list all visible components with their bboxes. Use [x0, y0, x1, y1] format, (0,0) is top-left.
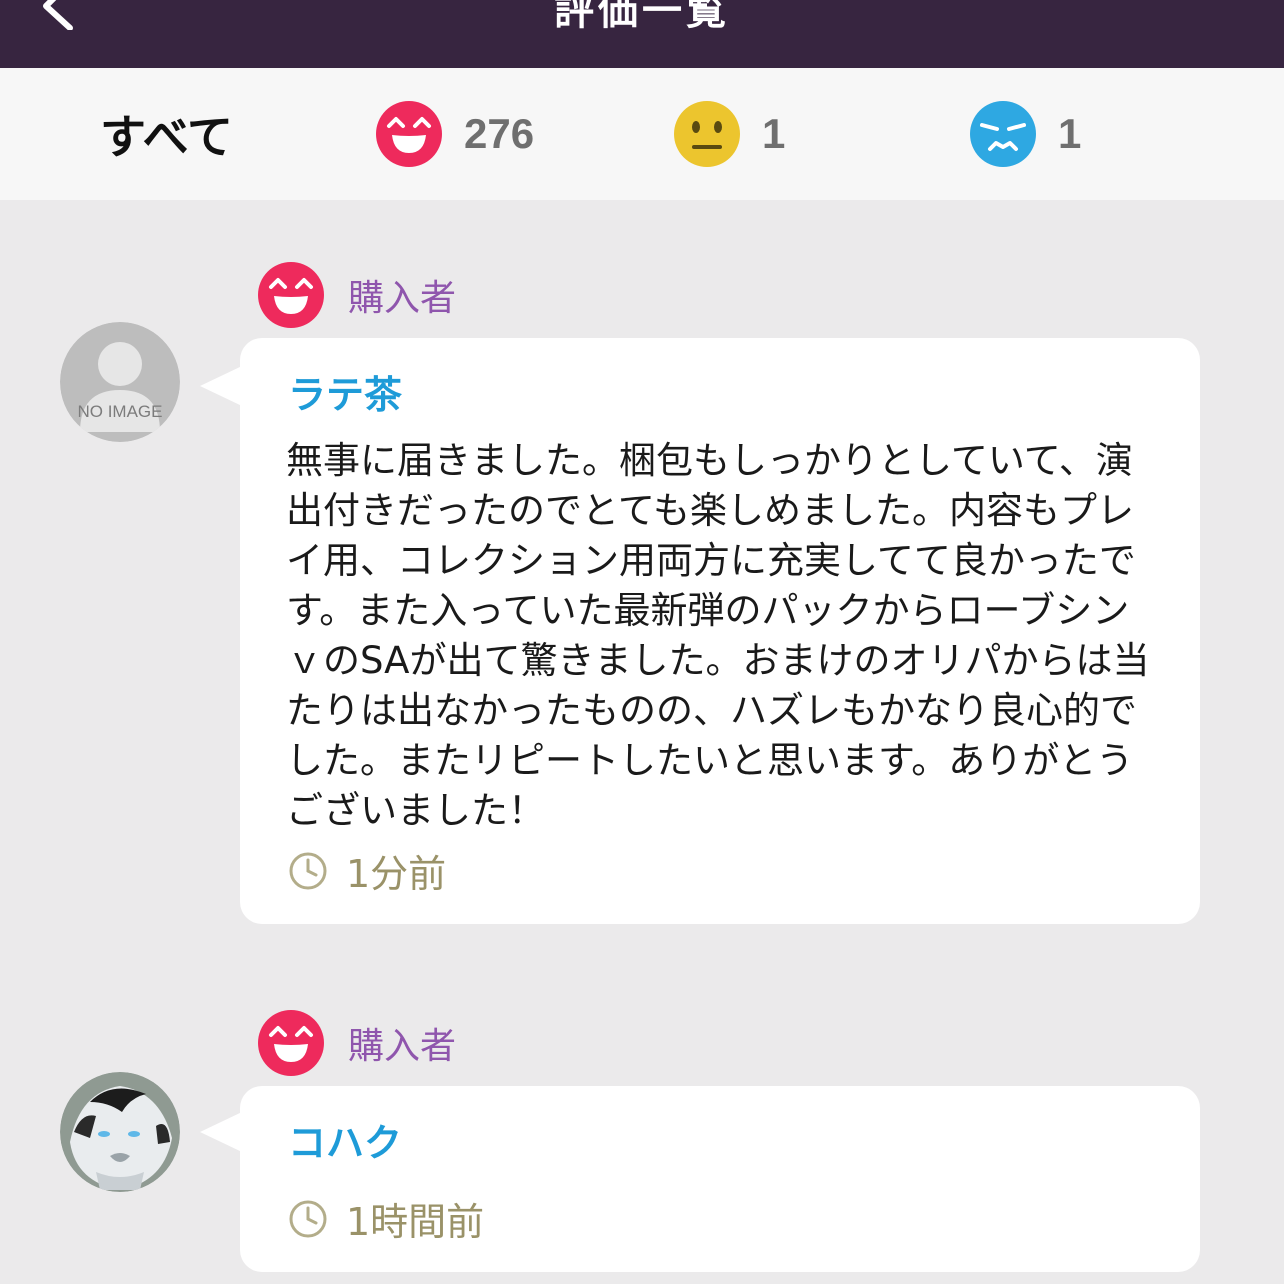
review-rating: 購入者 — [258, 1010, 456, 1076]
bubble-tail — [200, 1112, 242, 1152]
neutral-face-icon — [674, 101, 740, 167]
rating-filter-tabs: すべて 276 1 1 — [0, 68, 1284, 200]
review-time: 1分前 — [288, 843, 446, 898]
time-text: 1時間前 — [346, 1200, 485, 1244]
tab-good[interactable]: 276 — [376, 68, 534, 200]
reviewer-name[interactable]: ラテ茶 — [288, 364, 402, 419]
review-rating: 購入者 — [258, 262, 456, 328]
time-text: 1分前 — [346, 852, 447, 896]
smile-face-icon — [258, 1010, 324, 1076]
review-comment: 無事に届きました。梱包もしっかりとしていて、演出付きだったのでとても楽しめました… — [286, 439, 1150, 832]
bubble-tail — [200, 366, 242, 406]
smile-face-icon — [258, 262, 324, 328]
clock-icon — [289, 1200, 327, 1237]
page-title: 評価一覧 — [554, 0, 730, 34]
tab-bad[interactable]: 1 — [970, 68, 1081, 200]
avatar-placeholder-icon: NO IMAGE — [60, 322, 180, 442]
normal-count: 1 — [762, 110, 786, 157]
reviewer-name[interactable]: コハク — [288, 1112, 402, 1167]
avatar-no-image-text: NO IMAGE — [77, 402, 162, 421]
review-time: 1時間前 — [288, 1191, 484, 1246]
header-bar: 評価一覧 — [0, 0, 1284, 68]
no-image-avatar[interactable]: NO IMAGE — [60, 322, 180, 442]
reviewer-role: 購入者 — [348, 278, 457, 319]
review-bubble: ラテ茶 無事に届きました。梱包もしっかりとしていて、演出付きだったのでとても楽し… — [200, 338, 1200, 924]
reviewer-role: 購入者 — [348, 1026, 457, 1067]
bad-count: 1 — [1058, 110, 1082, 157]
smile-face-icon — [376, 101, 442, 167]
tab-normal[interactable]: 1 — [674, 68, 785, 200]
clock-icon — [289, 852, 327, 889]
review-bubble: コハク 1時間前 — [200, 1086, 1200, 1272]
wolf-avatar-image — [60, 1072, 180, 1192]
tab-all-label: すべて — [100, 110, 233, 164]
tab-all[interactable]: すべて — [100, 68, 233, 200]
sad-face-icon — [970, 101, 1036, 167]
good-count: 276 — [464, 110, 535, 157]
wolf-avatar[interactable] — [60, 1072, 180, 1192]
